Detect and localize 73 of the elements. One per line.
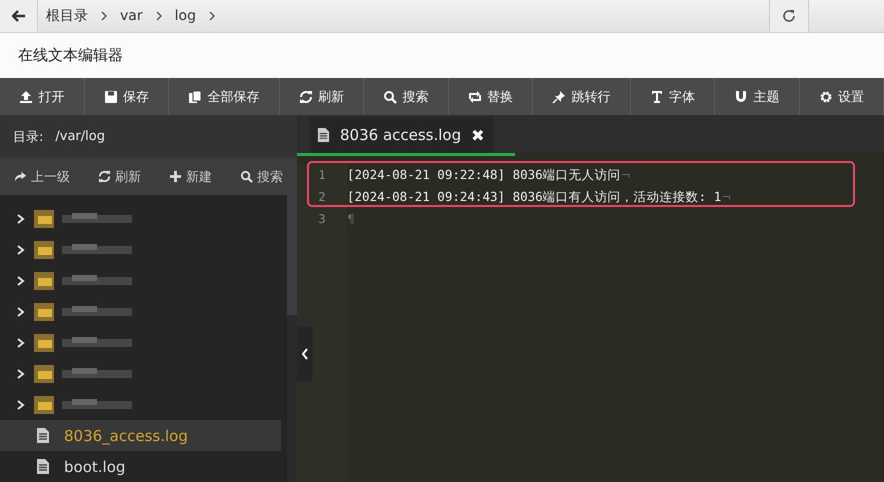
sidebar-action-button[interactable]: 搜索 bbox=[234, 166, 289, 186]
document-icon bbox=[36, 427, 50, 444]
search-icon bbox=[383, 90, 398, 104]
saveall-icon bbox=[188, 90, 202, 104]
blurred-name-drawing bbox=[62, 336, 132, 348]
refresh-icon bbox=[298, 90, 313, 104]
breadcrumb-link[interactable]: 根目录 bbox=[46, 7, 88, 25]
blurred-name-drawing bbox=[62, 398, 132, 410]
chevron-icon bbox=[154, 10, 163, 22]
line-number: 3 bbox=[318, 211, 326, 228]
gear-icon bbox=[818, 90, 833, 104]
chevron-icon bbox=[208, 10, 216, 22]
app-title: 在线文本编辑器 bbox=[18, 46, 123, 65]
line-number: 2 bbox=[318, 189, 326, 206]
refresh-icon bbox=[98, 170, 111, 183]
sidebar-action-button[interactable]: 上一级 bbox=[8, 166, 76, 186]
directory-path: /var/log bbox=[55, 129, 105, 144]
font-icon bbox=[650, 90, 664, 104]
chevron-icon bbox=[16, 306, 26, 316]
invisible-mark: ¬ bbox=[721, 190, 732, 204]
blurred-name-drawing bbox=[62, 368, 132, 380]
folder-icon bbox=[34, 240, 54, 258]
pin-icon bbox=[552, 90, 566, 104]
chevron-left-icon bbox=[301, 347, 309, 361]
breadcrumb-link[interactable]: var bbox=[120, 8, 143, 24]
blurred-name-drawing bbox=[62, 306, 132, 318]
chevron-icon bbox=[100, 10, 108, 22]
folder-icon bbox=[34, 396, 54, 414]
code-line: [2024-08-21 09:24:43] 8036端口有人访问，活动连接数: 1 bbox=[347, 188, 722, 206]
close-tab-button[interactable]: ✖ bbox=[471, 126, 485, 144]
line-number: 1 bbox=[318, 167, 326, 184]
save-icon bbox=[104, 90, 118, 104]
folder-icon bbox=[34, 210, 54, 228]
tab-title: 8036 access.log bbox=[340, 126, 462, 144]
blurred-name-drawing bbox=[62, 212, 132, 224]
collapse-sidebar-handle[interactable] bbox=[297, 326, 313, 382]
document-icon bbox=[317, 127, 330, 143]
document-icon bbox=[36, 458, 50, 475]
refresh-icon bbox=[781, 8, 797, 24]
chevron-icon bbox=[16, 214, 26, 224]
chevron-icon bbox=[16, 338, 26, 348]
file-tree-item[interactable]: 8036_access.log bbox=[0, 420, 281, 451]
plus-icon bbox=[169, 170, 182, 183]
file-name: 8036_access.log bbox=[64, 426, 188, 444]
file-tree-item[interactable]: boot.log bbox=[0, 451, 281, 482]
directory-label: 目录: bbox=[13, 128, 44, 146]
folder-icon bbox=[34, 364, 54, 382]
code-line: [2024-08-21 09:22:48] 8036端口无人访问 bbox=[347, 166, 621, 184]
magnet-icon bbox=[734, 90, 748, 104]
file-name: boot.log bbox=[64, 458, 126, 476]
folder-icon bbox=[34, 272, 54, 290]
share-arrow-icon bbox=[14, 170, 27, 183]
blurred-name-drawing bbox=[62, 274, 132, 286]
folder-icon bbox=[34, 334, 54, 352]
scrollbar-thumb[interactable] bbox=[287, 195, 297, 315]
chevron-icon bbox=[16, 244, 26, 254]
replace-icon bbox=[468, 90, 482, 104]
blurred-name-drawing bbox=[62, 244, 132, 256]
back-button[interactable] bbox=[0, 0, 38, 32]
chevron-icon bbox=[16, 276, 26, 286]
invisible-mark: ¬ bbox=[620, 168, 631, 182]
upload-icon bbox=[19, 90, 34, 104]
sidebar-action-button[interactable]: 新建 bbox=[163, 166, 218, 186]
invisible-mark: ¶ bbox=[347, 212, 355, 226]
editor-tab[interactable]: 8036 access.log ✖ bbox=[309, 117, 493, 153]
breadcrumb-link[interactable]: log bbox=[174, 8, 196, 24]
reload-button[interactable] bbox=[769, 0, 809, 32]
chevron-icon bbox=[16, 368, 26, 378]
back-arrow-icon bbox=[12, 10, 26, 22]
folder-icon bbox=[34, 302, 54, 320]
chevron-icon bbox=[16, 400, 26, 410]
sidebar-action-button[interactable]: 刷新 bbox=[92, 166, 147, 186]
search-icon bbox=[240, 170, 253, 183]
